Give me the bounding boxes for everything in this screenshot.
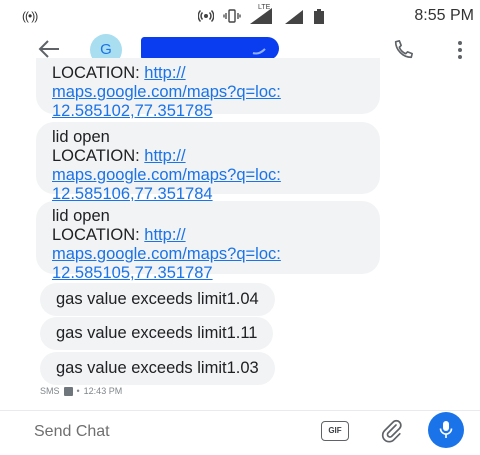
compose-bar: Send Chat GIF — [0, 410, 480, 455]
message-bubble[interactable]: LOCATION: http:// maps.google.com/maps?q… — [36, 58, 380, 120]
clock: 8:55 PM — [414, 7, 474, 24]
location-link-coords[interactable]: 12.585105,77.351787 — [52, 264, 364, 283]
message-bubble[interactable]: gas value exceeds limit1.11 — [40, 317, 274, 350]
gif-button[interactable]: GIF — [321, 421, 349, 441]
meta-separator: • — [76, 386, 80, 396]
location-link-coords[interactable]: 12.585102,77.351785 — [52, 102, 364, 121]
message-bubble[interactable]: gas value exceeds limit1.04 — [40, 283, 275, 316]
status-icons: LTE — [198, 4, 326, 25]
message-bubble[interactable]: lid open LOCATION: http:// maps.google.c… — [36, 201, 380, 282]
sim-icon — [63, 386, 73, 396]
hotspot-indicator: ((•)) — [22, 9, 38, 23]
wifi-signal-icon — [285, 10, 303, 24]
status-bar: ((•)) LTE 8:55 PM — [0, 0, 480, 34]
location-link[interactable]: http:// — [144, 226, 185, 244]
lte-signal-icon: LTE — [250, 4, 276, 24]
call-icon[interactable] — [392, 39, 414, 61]
message-text: LOCATION: — [52, 64, 145, 82]
message-text: lid open — [52, 207, 110, 225]
mic-icon — [439, 421, 453, 438]
hotspot-icon — [198, 9, 214, 23]
battery-icon — [314, 9, 324, 24]
message-text-location: LOCATION: — [52, 226, 145, 244]
vibrate-icon — [223, 9, 241, 23]
message-status: SMS • 12:43 PM — [40, 386, 122, 396]
voice-input-button[interactable] — [428, 412, 464, 448]
message-timestamp: 12:43 PM — [83, 386, 123, 396]
message-text: gas value exceeds limit1.04 — [56, 290, 259, 308]
message-input[interactable]: Send Chat — [34, 423, 110, 441]
message-text: gas value exceeds limit1.11 — [56, 324, 258, 342]
message-bubble[interactable]: gas value exceeds limit1.03 — [40, 352, 275, 385]
message-text: lid open — [52, 128, 110, 146]
location-link-cont[interactable]: maps.google.com/maps?q=loc: — [52, 83, 364, 102]
location-link[interactable]: http:// — [144, 147, 185, 165]
location-link-cont[interactable]: maps.google.com/maps?q=loc: — [52, 166, 364, 185]
more-vert-icon[interactable] — [455, 39, 465, 61]
network-type-label: LTE — [258, 4, 271, 11]
message-text: gas value exceeds limit1.03 — [56, 359, 259, 377]
redacted-contact-name — [141, 37, 279, 60]
message-type: SMS — [40, 386, 60, 396]
message-text-location: LOCATION: — [52, 147, 145, 165]
location-link-cont[interactable]: maps.google.com/maps?q=loc: — [52, 245, 364, 264]
attach-icon[interactable] — [380, 419, 404, 443]
location-link[interactable]: http:// — [144, 64, 185, 82]
message-bubble[interactable]: lid open LOCATION: http:// maps.google.c… — [36, 122, 380, 203]
